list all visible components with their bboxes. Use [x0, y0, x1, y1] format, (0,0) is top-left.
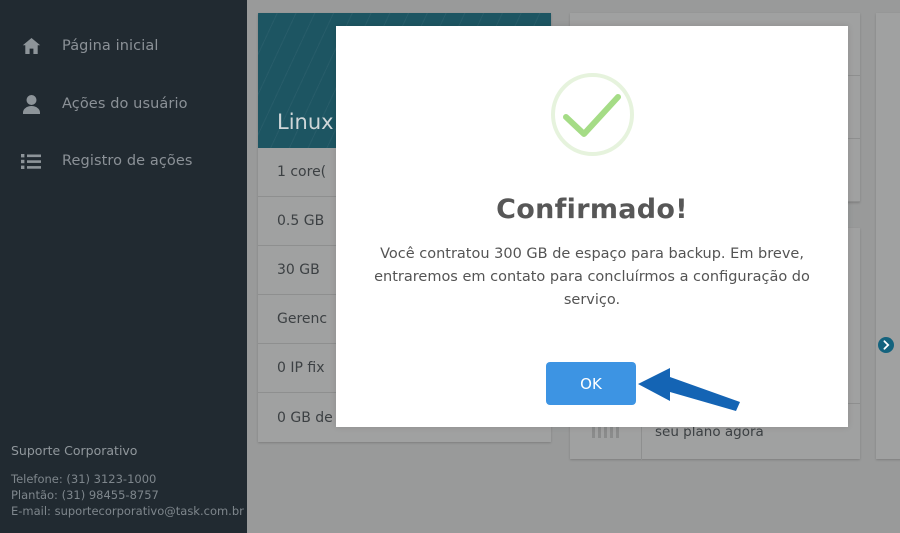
- plan-card-right[interactable]: [876, 13, 900, 459]
- support-block: Suporte Corporativo Telefone: (31) 3123-…: [11, 443, 247, 519]
- sidebar-item-pagina-inicial[interactable]: Página inicial: [0, 24, 247, 68]
- home-icon: [0, 37, 62, 55]
- modal-title: Confirmado!: [496, 194, 688, 225]
- chevron-right-circle-icon[interactable]: [878, 337, 894, 357]
- sidebar-item-acoes-do-usuario[interactable]: Ações do usuário: [0, 82, 247, 126]
- support-email: E-mail: suportecorporativo@task.com.br: [11, 504, 244, 518]
- sidebar-item-label: Registro de ações: [62, 153, 193, 169]
- support-oncall: Plantão: (31) 98455-8757: [11, 488, 159, 502]
- sidebar-item-registro-de-acoes[interactable]: Registro de ações: [0, 139, 247, 183]
- user-icon: [0, 94, 62, 114]
- support-phone: Telefone: (31) 3123-1000: [11, 472, 157, 486]
- ok-button[interactable]: OK: [546, 362, 636, 405]
- modal-body-text: Você contratou 300 GB de espaço para bac…: [374, 246, 810, 308]
- confirmation-modal: Confirmado! Você contratou 300 GB de esp…: [336, 26, 848, 427]
- success-check-icon: [550, 73, 634, 156]
- support-title: Suporte Corporativo: [11, 443, 138, 458]
- sidebar-item-label: Ações do usuário: [62, 96, 188, 112]
- plan-card-title: Linux: [277, 110, 334, 134]
- sidebar-item-label: Página inicial: [62, 38, 159, 54]
- list-icon: [0, 153, 62, 169]
- sidebar: Página inicial Ações do usuário Registro…: [0, 0, 247, 533]
